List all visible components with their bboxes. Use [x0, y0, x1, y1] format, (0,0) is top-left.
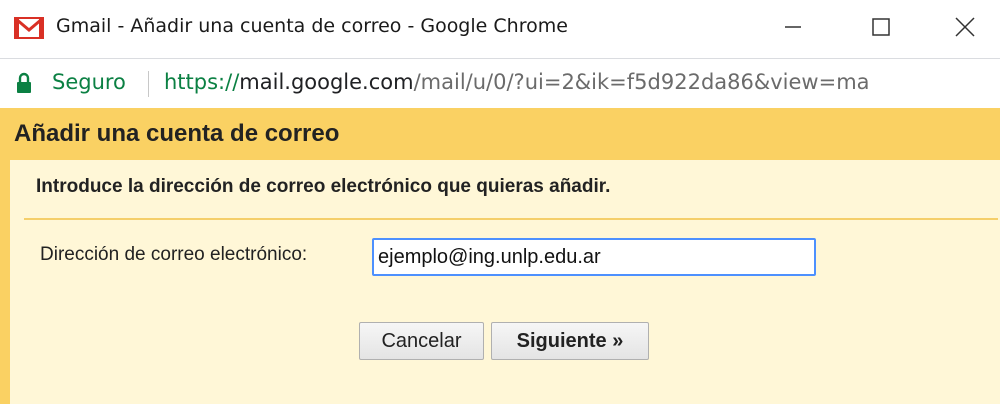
address-bar[interactable]: Seguro https://mail.google.com/mail/u/0/… [0, 58, 1000, 109]
instruction-text: Introduce la dirección de correo electró… [36, 176, 611, 197]
close-window-button[interactable] [935, 0, 995, 58]
email-label: Dirección de correo electrónico: [40, 244, 308, 265]
url-scheme: https:// [164, 70, 240, 94]
lock-icon[interactable] [16, 72, 32, 94]
divider [24, 218, 998, 220]
gmail-icon [14, 17, 44, 39]
close-icon [954, 16, 976, 42]
dialog-body: Introduce la dirección de correo electró… [10, 160, 1000, 404]
url-path: /mail/u/0/?ui=2&ik=f5d922da86&view=ma [413, 70, 870, 94]
window-title: Gmail - Añadir una cuenta de correo - Go… [56, 15, 568, 37]
dialog-title: Añadir una cuenta de correo [14, 120, 340, 147]
address-divider [148, 71, 149, 97]
security-label[interactable]: Seguro [52, 70, 126, 94]
minimize-button[interactable] [763, 0, 823, 58]
next-button[interactable]: Siguiente » [491, 322, 649, 360]
add-account-dialog: Añadir una cuenta de correo Introduce la… [0, 108, 1000, 404]
title-bar: Gmail - Añadir una cuenta de correo - Go… [0, 0, 1000, 58]
maximize-button[interactable] [851, 0, 911, 58]
browser-window: Gmail - Añadir una cuenta de correo - Go… [0, 0, 1000, 404]
url-host: mail.google.com [239, 70, 414, 94]
dialog-header: Añadir una cuenta de correo [0, 108, 1000, 160]
email-input[interactable] [372, 238, 816, 276]
url-text[interactable]: https://mail.google.com/mail/u/0/?ui=2&i… [164, 70, 870, 94]
minimize-icon [783, 17, 803, 41]
maximize-icon [871, 17, 891, 41]
cancel-button[interactable]: Cancelar [359, 322, 484, 360]
